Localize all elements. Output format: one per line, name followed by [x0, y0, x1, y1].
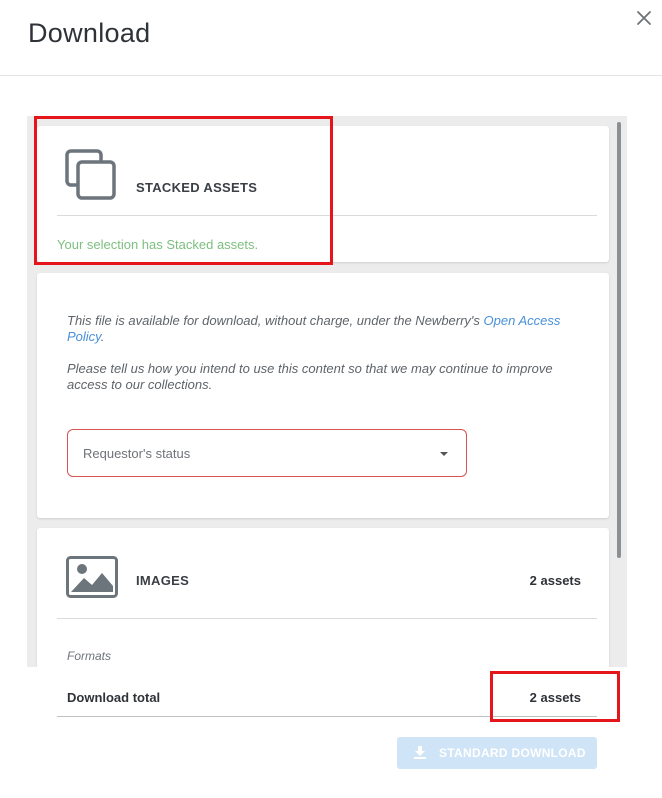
caret-down-icon — [440, 452, 448, 456]
images-count: 2 assets — [529, 573, 581, 588]
stacked-assets-message: Your selection has Stacked assets. — [57, 237, 259, 252]
dialog-scroll-area[interactable]: STACKED ASSETS Your selection has Stacke… — [27, 116, 627, 667]
stacked-assets-card: STACKED ASSETS Your selection has Stacke… — [37, 126, 609, 262]
scrollbar[interactable] — [617, 122, 621, 558]
download-total-row: Download total 2 assets — [57, 675, 597, 717]
access-policy-card: This file is available for download, wit… — [37, 273, 609, 518]
dialog-header: Download — [0, 0, 662, 76]
image-icon — [66, 556, 118, 598]
stacked-assets-label: STACKED ASSETS — [136, 180, 258, 195]
requestor-status-select[interactable]: Requestor's status — [67, 429, 467, 477]
download-icon — [414, 746, 426, 759]
standard-download-button[interactable]: STANDARD DOWNLOAD — [397, 737, 597, 769]
intent-text: Please tell us how you intend to use thi… — [67, 361, 553, 392]
formats-label: Formats — [67, 649, 112, 663]
images-card: IMAGES 2 assets Formats — [37, 528, 609, 667]
dialog-title: Download — [28, 18, 151, 48]
policy-text-suffix: . — [100, 329, 105, 344]
download-dialog: Download STACKED ASSETS Your selection h… — [0, 0, 662, 798]
stacked-assets-icon — [65, 149, 116, 200]
images-label: IMAGES — [136, 573, 190, 588]
close-icon — [637, 11, 651, 25]
requestor-status-placeholder: Requestor's status — [83, 446, 191, 461]
close-button[interactable] — [632, 6, 656, 30]
policy-text-prefix: This file is available for download, wit… — [67, 313, 484, 328]
download-total-label: Download total — [67, 690, 161, 705]
download-total-count: 2 assets — [529, 690, 581, 705]
divider — [57, 618, 597, 619]
standard-download-label: STANDARD DOWNLOAD — [439, 746, 586, 760]
divider — [57, 215, 597, 216]
policy-text: This file is available for download, wit… — [67, 313, 567, 345]
